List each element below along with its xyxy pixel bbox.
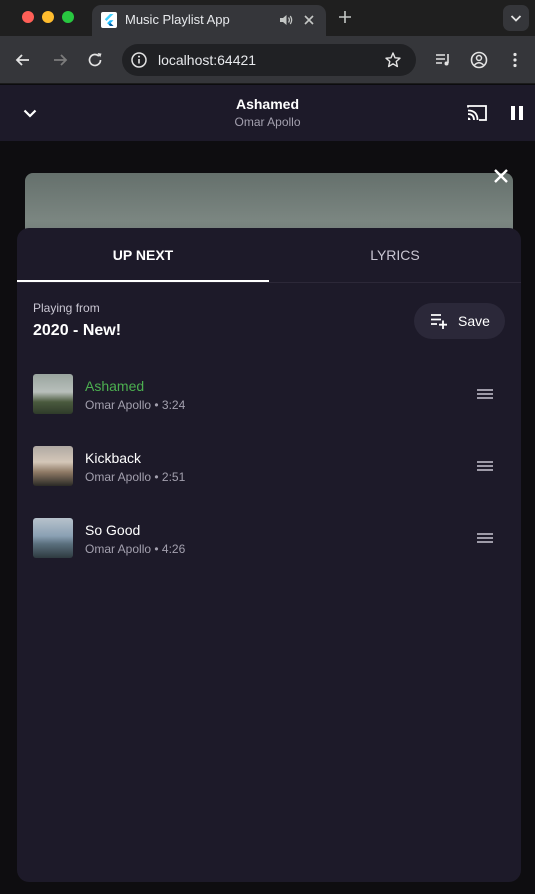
queue-track-item[interactable]: Ashamed Omar Apollo • 3:24 <box>17 366 521 422</box>
flutter-favicon-icon <box>101 12 117 28</box>
pause-icon[interactable] <box>505 101 529 125</box>
playlist-add-icon <box>431 314 447 329</box>
queue-sheet: UP NEXT LYRICS Playing from 2020 - New! … <box>17 228 521 882</box>
track-title: Kickback <box>85 450 142 466</box>
speaker-icon[interactable] <box>278 12 294 28</box>
track-subtitle: Omar Apollo • 2:51 <box>85 470 186 484</box>
now-playing-title: Ashamed <box>235 96 300 112</box>
reload-icon[interactable] <box>85 50 105 70</box>
active-tab-indicator <box>17 280 269 282</box>
close-tab-icon[interactable] <box>301 12 317 28</box>
save-label: Save <box>458 313 490 329</box>
address-bar[interactable]: localhost:64421 <box>122 44 416 76</box>
playlist-name: 2020 - New! <box>33 322 122 339</box>
more-menu-icon[interactable] <box>505 50 525 70</box>
track-subtitle: Omar Apollo • 4:26 <box>85 542 186 556</box>
cast-icon[interactable] <box>465 101 489 125</box>
now-playing-bar: Ashamed Omar Apollo <box>0 85 535 141</box>
tab-lyrics[interactable]: LYRICS <box>269 228 521 282</box>
url-text[interactable]: localhost:64421 <box>158 52 256 68</box>
forward-arrow-icon[interactable] <box>50 50 70 70</box>
queue-track-item[interactable]: Kickback Omar Apollo • 2:51 <box>17 438 521 494</box>
track-title: Ashamed <box>85 378 145 394</box>
profile-icon[interactable] <box>469 50 489 70</box>
playing-from-label: Playing from <box>33 301 100 315</box>
bookmark-star-icon[interactable] <box>384 51 402 69</box>
track-thumbnail <box>33 374 73 414</box>
tab-title: Music Playlist App <box>125 12 230 27</box>
close-icon[interactable] <box>490 165 512 187</box>
track-title: So Good <box>85 522 141 538</box>
browser-toolbar: localhost:64421 <box>0 36 535 84</box>
track-subtitle: Omar Apollo • 3:24 <box>85 398 186 412</box>
browser-tab[interactable]: Music Playlist App <box>92 5 326 36</box>
queue-tabs: UP NEXT LYRICS <box>17 228 521 283</box>
drag-handle-icon[interactable] <box>475 384 495 404</box>
tab-search-button[interactable] <box>503 5 529 31</box>
window-zoom-button[interactable] <box>62 11 74 23</box>
tab-up-next[interactable]: UP NEXT <box>17 228 269 282</box>
media-controls-icon[interactable] <box>433 50 453 70</box>
drag-handle-icon[interactable] <box>475 456 495 476</box>
track-thumbnail <box>33 518 73 558</box>
now-playing-artist: Omar Apollo <box>234 115 301 129</box>
chevron-down-icon <box>510 15 522 22</box>
back-arrow-icon[interactable] <box>13 50 33 70</box>
drag-handle-icon[interactable] <box>475 528 495 548</box>
site-info-icon[interactable] <box>130 51 148 69</box>
window-close-button[interactable] <box>22 11 34 23</box>
new-tab-icon[interactable] <box>336 8 354 26</box>
queue-track-item[interactable]: So Good Omar Apollo • 4:26 <box>17 510 521 566</box>
browser-tab-bar: Music Playlist App <box>0 0 535 36</box>
window-minimize-button[interactable] <box>42 11 54 23</box>
save-playlist-button[interactable]: Save <box>414 303 505 339</box>
track-thumbnail <box>33 446 73 486</box>
